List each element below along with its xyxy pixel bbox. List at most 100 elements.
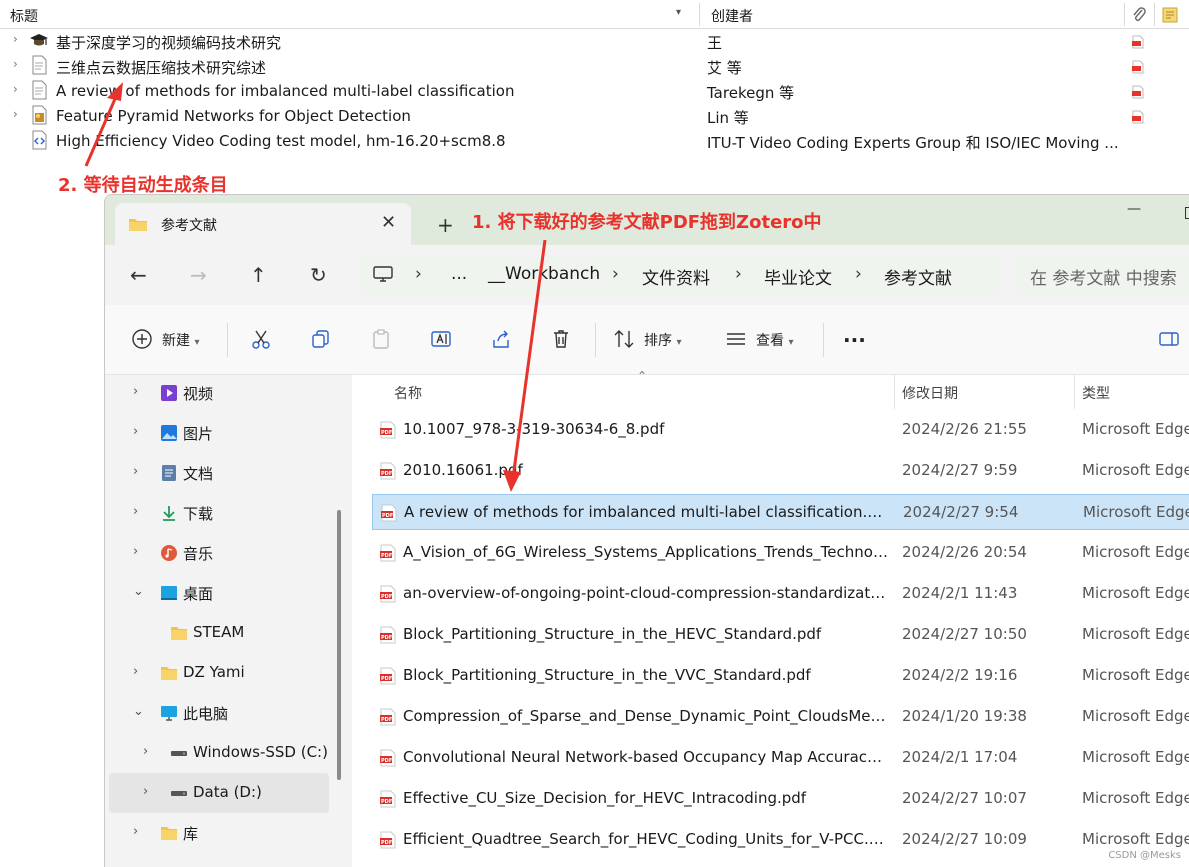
chevron-down-icon[interactable]: ⌄ xyxy=(133,704,144,719)
view-button[interactable]: 查看 ▾ xyxy=(756,330,793,350)
copy-icon[interactable] xyxy=(310,328,332,350)
forward-arrow-icon[interactable]: → xyxy=(190,263,207,287)
file-row[interactable]: PDF Efficient_Quadtree_Search_for_HEVC_Co… xyxy=(372,822,1189,858)
chevron-right-icon[interactable]: › xyxy=(133,464,138,479)
search-box[interactable]: 在 参考文献 中搜索 xyxy=(1015,255,1189,295)
new-button[interactable]: 新建 ▾ xyxy=(162,330,199,350)
file-list-pane: ⌃ 名称 修改日期 类型 PDF 10.1007_978-3-319-30634-… xyxy=(352,369,1189,867)
type-column-header[interactable]: 类型 xyxy=(1082,383,1110,403)
file-row[interactable]: PDF Compression_of_Sparse_and_Dense_Dynam… xyxy=(372,699,1189,735)
nav-item[interactable]: ⌄ 此电脑 xyxy=(105,693,351,733)
column-separator[interactable] xyxy=(894,375,895,409)
expand-chevron-icon[interactable]: › xyxy=(13,32,18,46)
nav-item[interactable]: ⌄ 桌面 xyxy=(105,573,351,613)
nav-item[interactable]: › 文档 xyxy=(105,453,351,493)
pdf-attachment-icon[interactable] xyxy=(1132,110,1144,124)
maximize-icon[interactable] xyxy=(1185,207,1189,219)
expand-chevron-icon[interactable]: › xyxy=(13,107,18,121)
chevron-right-icon[interactable]: › xyxy=(133,544,138,559)
view-icon[interactable] xyxy=(725,328,747,350)
nav-item[interactable]: › 下载 xyxy=(105,493,351,533)
breadcrumb-workbanch[interactable]: __Workbanch xyxy=(488,264,600,284)
new-tab-icon[interactable]: + xyxy=(437,213,454,237)
file-type: Microsoft Edge xyxy=(1083,503,1189,521)
name-column-header[interactable]: 名称 xyxy=(394,383,422,403)
zotero-item-row[interactable]: High Efficiency Video Coding test model,… xyxy=(0,129,1189,154)
up-arrow-icon[interactable]: ↑ xyxy=(250,263,267,287)
sort-button[interactable]: 排序 ▾ xyxy=(644,330,681,350)
expand-chevron-icon[interactable]: › xyxy=(13,82,18,96)
tab-label: 参考文献 xyxy=(161,218,217,234)
new-plus-icon[interactable] xyxy=(131,328,153,350)
library-icon xyxy=(160,824,178,842)
column-separator[interactable] xyxy=(1124,3,1125,26)
chevron-right-icon[interactable]: › xyxy=(133,424,138,439)
creator-column-header[interactable]: 创建者 xyxy=(711,6,753,26)
more-options-button[interactable]: ... xyxy=(843,323,866,347)
folder-icon xyxy=(170,624,188,642)
file-row[interactable]: PDF Block_Partitioning_Structure_in_the_H… xyxy=(372,617,1189,653)
file-row[interactable]: PDF Effective_CU_Size_Decision_for_HEVC_I… xyxy=(372,781,1189,817)
file-row[interactable]: PDF A_Vision_of_6G_Wireless_Systems_Appli… xyxy=(372,535,1189,571)
close-tab-icon[interactable]: ✕ xyxy=(381,212,396,233)
zotero-item-row[interactable]: › A review of methods for imbalanced mult… xyxy=(0,79,1189,104)
file-row[interactable]: PDF Block_Partitioning_Structure_in_the_V… xyxy=(372,658,1189,694)
file-row[interactable]: PDF A review of methods for imbalanced mu… xyxy=(372,494,1189,530)
delete-icon[interactable] xyxy=(550,328,572,350)
pdf-attachment-icon[interactable] xyxy=(1132,85,1144,99)
nav-item[interactable]: › Windows-SSD (C:) xyxy=(105,733,351,773)
file-row[interactable]: PDF 10.1007_978-3-319-30634-6_8.pdf 2024/2… xyxy=(372,412,1189,448)
zotero-items-pane: 标题 ▾ 创建者 › 基于深度学习的视频编码技术研究 王 › 三维点云数据压缩技术研究综… xyxy=(0,0,1189,200)
address-bar[interactable]: › ... __Workbanch › 文件资料 › 毕业论文 › 参考文献 xyxy=(357,255,1002,295)
pdf-attachment-icon[interactable] xyxy=(1132,60,1144,74)
chevron-right-icon[interactable]: › xyxy=(133,664,138,679)
chevron-right-icon[interactable]: › xyxy=(133,384,138,399)
nav-item[interactable]: › Data (D:) xyxy=(109,773,329,813)
chevron-right-icon[interactable]: › xyxy=(143,784,148,799)
paste-icon[interactable] xyxy=(370,328,392,350)
chevron-right-icon[interactable]: › xyxy=(133,504,138,519)
breadcrumb-overflow[interactable]: ... xyxy=(451,264,467,284)
zotero-item-row[interactable]: › Feature Pyramid Networks for Object Det… xyxy=(0,104,1189,129)
file-modified-date: 2024/2/2 19:16 xyxy=(902,666,1018,684)
explorer-tab[interactable]: 参考文献 ✕ xyxy=(115,203,411,245)
modified-column-header[interactable]: 修改日期 xyxy=(902,383,958,403)
navigation-scrollbar[interactable] xyxy=(337,510,341,780)
cut-icon[interactable] xyxy=(250,328,272,350)
nav-item[interactable]: STEAM xyxy=(105,613,351,653)
rename-icon[interactable] xyxy=(430,328,452,350)
breadcrumb-references[interactable]: 参考文献 xyxy=(884,264,952,289)
notes-column-icon[interactable] xyxy=(1162,7,1178,23)
breadcrumb-files[interactable]: 文件资料 xyxy=(642,264,710,289)
file-row[interactable]: PDF an-overview-of-ongoing-point-cloud-co… xyxy=(372,576,1189,612)
chevron-right-icon[interactable]: › xyxy=(143,744,148,759)
file-row[interactable]: PDF 2010.16061.pdf 2024/2/27 9:59 Microsoft… xyxy=(372,453,1189,489)
nav-item[interactable]: › 音乐 xyxy=(105,533,351,573)
file-type: Microsoft Edge xyxy=(1082,543,1189,561)
refresh-icon[interactable]: ↻ xyxy=(310,263,327,287)
nav-item[interactable]: › 视频 xyxy=(105,373,351,413)
minimize-icon[interactable]: — xyxy=(1127,201,1141,217)
svg-text:PDF: PDF xyxy=(381,676,392,682)
back-arrow-icon[interactable]: ← xyxy=(130,263,147,287)
column-separator[interactable] xyxy=(1154,3,1155,26)
nav-item[interactable]: › 库 xyxy=(105,813,351,853)
title-column-header[interactable]: 标题 xyxy=(10,6,38,26)
attachment-column-icon[interactable] xyxy=(1131,6,1147,24)
details-pane-icon[interactable] xyxy=(1158,328,1180,350)
file-row[interactable]: PDF Convolutional Neural Network-based Oc… xyxy=(372,740,1189,776)
breadcrumb-thesis[interactable]: 毕业论文 xyxy=(764,264,832,289)
chevron-right-icon[interactable]: › xyxy=(133,824,138,839)
nav-item[interactable]: › DZ Yami xyxy=(105,653,351,693)
file-name: Effective_CU_Size_Decision_for_HEVC_Intr… xyxy=(403,789,807,807)
column-separator[interactable] xyxy=(699,3,700,26)
zotero-item-row[interactable]: › 基于深度学习的视频编码技术研究 王 xyxy=(0,29,1189,54)
zotero-item-row[interactable]: › 三维点云数据压缩技术研究综述 艾 等 xyxy=(0,54,1189,79)
pdf-attachment-icon[interactable] xyxy=(1132,35,1144,49)
nav-item[interactable]: › 图片 xyxy=(105,413,351,453)
column-separator[interactable] xyxy=(1074,375,1075,409)
share-icon[interactable] xyxy=(490,328,512,350)
sort-icon[interactable] xyxy=(613,328,635,350)
expand-chevron-icon[interactable]: › xyxy=(13,57,18,71)
chevron-down-icon[interactable]: ⌄ xyxy=(133,584,144,599)
